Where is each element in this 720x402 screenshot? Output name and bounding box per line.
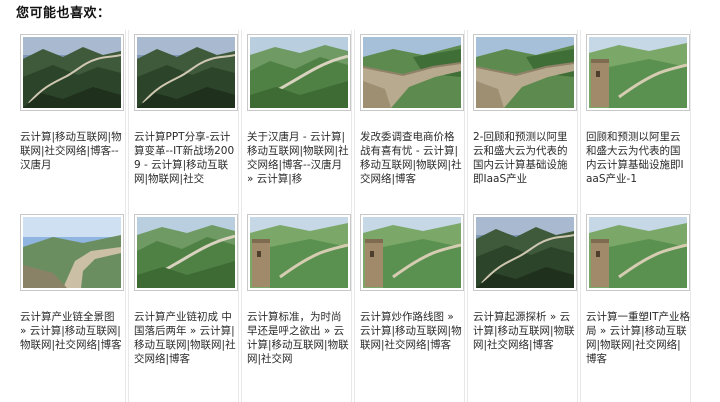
post-thumbnail[interactable] [586,34,690,111]
post-title-link[interactable]: 云计算|移动互联网|物联网|社交网络|博客--汉唐月 [20,130,124,186]
post-title-link[interactable]: 发改委调查电商价格战有喜有忧 - 云计算|移动互联网|物联网|社交网络|博客 [360,130,464,186]
related-post-card[interactable]: 云计算|移动互联网|物联网|社交网络|博客--汉唐月 [15,30,126,214]
post-title-link[interactable]: 云计算PPT分享-云计算变革--IT新战场2009 - 云计算|移动互联网|物联… [134,130,238,186]
post-thumbnail[interactable] [20,214,124,291]
post-thumbnail[interactable] [134,34,238,111]
related-post-card[interactable]: 云计算一重塑IT产业格局 » 云计算|移动互联网|物联网|社交网络|博客 [580,214,691,402]
post-title-link[interactable]: 2-回顾和预测以阿里云和盛大云为代表的国内云计算基础设施即IaaS产业 [473,130,577,186]
post-thumbnail[interactable] [473,214,577,291]
post-title-link[interactable]: 关于汉唐月 - 云计算|移动互联网|物联网|社交网络|博客--汉唐月 » 云计算… [247,130,351,186]
related-posts-grid: 云计算|移动互联网|物联网|社交网络|博客--汉唐月 云计算PPT分享-云计算变… [15,30,705,402]
post-title-link[interactable]: 回顾和预测以阿里云和盛大云为代表的国内云计算基础设施即IaaS产业-1 [586,130,690,186]
post-thumbnail[interactable] [247,34,351,111]
post-title-link[interactable]: 云计算一重塑IT产业格局 » 云计算|移动互联网|物联网|社交网络|博客 [586,310,690,366]
post-title-link[interactable]: 云计算产业链初成 中国落后两年 » 云计算|移动互联网|物联网|社交网络|博客 [134,310,238,366]
related-post-card[interactable]: 云计算产业链初成 中国落后两年 » 云计算|移动互联网|物联网|社交网络|博客 [128,214,239,402]
related-post-card[interactable]: 云计算标准，为时尚早还是呼之欲出 » 云计算|移动互联网|物联网|社交网 [241,214,352,402]
related-post-card[interactable]: 回顾和预测以阿里云和盛大云为代表的国内云计算基础设施即IaaS产业-1 [580,30,691,214]
related-row-2: 云计算产业链全景图 » 云计算|移动互联网|物联网|社交网络|博客 云计算产业链… [15,214,705,402]
post-title-link[interactable]: 云计算标准，为时尚早还是呼之欲出 » 云计算|移动互联网|物联网|社交网 [247,310,351,366]
related-post-card[interactable]: 云计算产业链全景图 » 云计算|移动互联网|物联网|社交网络|博客 [15,214,126,402]
related-row-1: 云计算|移动互联网|物联网|社交网络|博客--汉唐月 云计算PPT分享-云计算变… [15,30,705,214]
post-thumbnail[interactable] [247,214,351,291]
post-thumbnail[interactable] [360,34,464,111]
post-title-link[interactable]: 云计算炒作路线图 » 云计算|移动互联网|物联网|社交网络|博客 [360,310,464,366]
post-title-link[interactable]: 云计算产业链全景图 » 云计算|移动互联网|物联网|社交网络|博客 [20,310,124,366]
related-post-card[interactable]: 云计算PPT分享-云计算变革--IT新战场2009 - 云计算|移动互联网|物联… [128,30,239,214]
section-title: 您可能也喜欢： [16,6,111,21]
related-post-card[interactable]: 云计算起源探析 » 云计算|移动互联网|物联网|社交网络|博客 [467,214,578,402]
post-thumbnail[interactable] [20,34,124,111]
related-post-card[interactable]: 关于汉唐月 - 云计算|移动互联网|物联网|社交网络|博客--汉唐月 » 云计算… [241,30,352,214]
related-post-card[interactable]: 2-回顾和预测以阿里云和盛大云为代表的国内云计算基础设施即IaaS产业 [467,30,578,214]
post-title-link[interactable]: 云计算起源探析 » 云计算|移动互联网|物联网|社交网络|博客 [473,310,577,366]
post-thumbnail[interactable] [134,214,238,291]
related-post-card[interactable]: 云计算炒作路线图 » 云计算|移动互联网|物联网|社交网络|博客 [354,214,465,402]
post-thumbnail[interactable] [360,214,464,291]
post-thumbnail[interactable] [586,214,690,291]
post-thumbnail[interactable] [473,34,577,111]
related-post-card[interactable]: 发改委调查电商价格战有喜有忧 - 云计算|移动互联网|物联网|社交网络|博客 [354,30,465,214]
